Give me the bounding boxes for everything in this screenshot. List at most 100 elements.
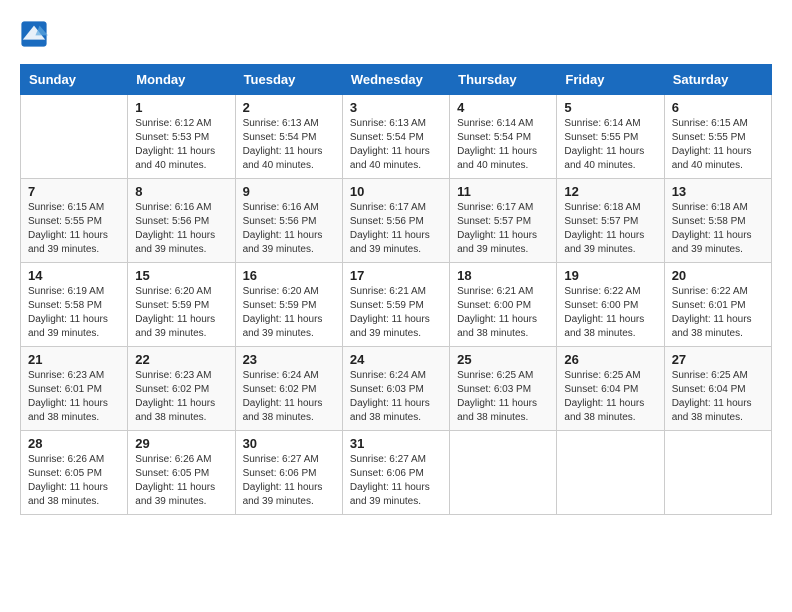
day-number: 12 [564,184,656,199]
day-number: 4 [457,100,549,115]
day-info: Sunrise: 6:26 AMSunset: 6:05 PMDaylight:… [28,453,120,509]
day-header-friday: Friday [557,65,664,95]
calendar-cell: 2 Sunrise: 6:13 AMSunset: 5:54 PMDaylight… [235,95,342,179]
day-number: 31 [350,436,442,451]
calendar-cell [557,431,664,515]
day-header-wednesday: Wednesday [342,65,449,95]
day-info: Sunrise: 6:16 AMSunset: 5:56 PMDaylight:… [243,201,335,257]
day-number: 24 [350,352,442,367]
day-info: Sunrise: 6:21 AMSunset: 6:00 PMDaylight:… [457,285,549,341]
calendar-cell: 24 Sunrise: 6:24 AMSunset: 6:03 PMDayligh… [342,347,449,431]
day-number: 3 [350,100,442,115]
calendar-cell: 14Sunrise: 6:19 AMSunset: 5:58 PMDayligh… [21,263,128,347]
day-info: Sunrise: 6:18 AMSunset: 5:57 PMDaylight:… [564,201,656,257]
calendar-week-5: 28 Sunrise: 6:26 AMSunset: 6:05 PMDayligh… [21,431,772,515]
calendar-table: SundayMondayTuesdayWednesdayThursdayFrid… [20,64,772,515]
day-info: Sunrise: 6:24 AMSunset: 6:03 PMDaylight:… [350,369,442,425]
day-info: Sunrise: 6:21 AMSunset: 5:59 PMDaylight:… [350,285,442,341]
day-info: Sunrise: 6:17 AMSunset: 5:56 PMDaylight:… [350,201,442,257]
day-number: 1 [135,100,227,115]
day-number: 22 [135,352,227,367]
day-number: 2 [243,100,335,115]
calendar-cell: 9 Sunrise: 6:16 AMSunset: 5:56 PMDaylight… [235,179,342,263]
day-info: Sunrise: 6:22 AMSunset: 6:01 PMDaylight:… [672,285,764,341]
day-info: Sunrise: 6:24 AMSunset: 6:02 PMDaylight:… [243,369,335,425]
calendar-cell [21,95,128,179]
calendar-cell: 11 Sunrise: 6:17 AMSunset: 5:57 PMDayligh… [450,179,557,263]
day-info: Sunrise: 6:17 AMSunset: 5:57 PMDaylight:… [457,201,549,257]
day-header-saturday: Saturday [664,65,771,95]
day-info: Sunrise: 6:15 AMSunset: 5:55 PMDaylight:… [672,117,764,173]
calendar-cell: 17 Sunrise: 6:21 AMSunset: 5:59 PMDayligh… [342,263,449,347]
day-header-thursday: Thursday [450,65,557,95]
day-info: Sunrise: 6:23 AMSunset: 6:02 PMDaylight:… [135,369,227,425]
calendar-cell: 22 Sunrise: 6:23 AMSunset: 6:02 PMDayligh… [128,347,235,431]
day-header-monday: Monday [128,65,235,95]
day-header-tuesday: Tuesday [235,65,342,95]
calendar-cell: 27 Sunrise: 6:25 AMSunset: 6:04 PMDayligh… [664,347,771,431]
calendar-week-1: 1 Sunrise: 6:12 AMSunset: 5:53 PMDaylight… [21,95,772,179]
day-info: Sunrise: 6:18 AMSunset: 5:58 PMDaylight:… [672,201,764,257]
calendar-cell [450,431,557,515]
calendar-cell: 25Sunrise: 6:25 AMSunset: 6:03 PMDayligh… [450,347,557,431]
day-number: 26 [564,352,656,367]
calendar-week-4: 21 Sunrise: 6:23 AMSunset: 6:01 PMDayligh… [21,347,772,431]
calendar-week-2: 7 Sunrise: 6:15 AMSunset: 5:55 PMDaylight… [21,179,772,263]
page-header [20,20,772,48]
logo-icon [20,20,48,48]
day-number: 8 [135,184,227,199]
day-info: Sunrise: 6:20 AMSunset: 5:59 PMDaylight:… [243,285,335,341]
day-number: 10 [350,184,442,199]
day-number: 21 [28,352,120,367]
day-info: Sunrise: 6:19 AMSunset: 5:58 PMDaylight:… [28,285,120,341]
day-number: 23 [243,352,335,367]
calendar-cell: 31 Sunrise: 6:27 AMSunset: 6:06 PMDayligh… [342,431,449,515]
day-number: 15 [135,268,227,283]
calendar-cell: 13Sunrise: 6:18 AMSunset: 5:58 PMDayligh… [664,179,771,263]
day-info: Sunrise: 6:25 AMSunset: 6:04 PMDaylight:… [672,369,764,425]
day-info: Sunrise: 6:12 AMSunset: 5:53 PMDaylight:… [135,117,227,173]
day-info: Sunrise: 6:14 AMSunset: 5:54 PMDaylight:… [457,117,549,173]
day-info: Sunrise: 6:13 AMSunset: 5:54 PMDaylight:… [350,117,442,173]
day-number: 20 [672,268,764,283]
day-header-sunday: Sunday [21,65,128,95]
day-number: 30 [243,436,335,451]
day-number: 18 [457,268,549,283]
day-number: 9 [243,184,335,199]
calendar-cell: 21 Sunrise: 6:23 AMSunset: 6:01 PMDayligh… [21,347,128,431]
calendar-week-3: 14Sunrise: 6:19 AMSunset: 5:58 PMDayligh… [21,263,772,347]
day-info: Sunrise: 6:20 AMSunset: 5:59 PMDaylight:… [135,285,227,341]
calendar-cell: 7 Sunrise: 6:15 AMSunset: 5:55 PMDaylight… [21,179,128,263]
day-info: Sunrise: 6:23 AMSunset: 6:01 PMDaylight:… [28,369,120,425]
calendar-cell: 16 Sunrise: 6:20 AMSunset: 5:59 PMDayligh… [235,263,342,347]
day-info: Sunrise: 6:25 AMSunset: 6:03 PMDaylight:… [457,369,549,425]
day-number: 11 [457,184,549,199]
calendar-cell: 4 Sunrise: 6:14 AMSunset: 5:54 PMDaylight… [450,95,557,179]
day-info: Sunrise: 6:15 AMSunset: 5:55 PMDaylight:… [28,201,120,257]
day-number: 7 [28,184,120,199]
calendar-cell: 8Sunrise: 6:16 AMSunset: 5:56 PMDaylight… [128,179,235,263]
calendar-cell: 30Sunrise: 6:27 AMSunset: 6:06 PMDayligh… [235,431,342,515]
day-number: 27 [672,352,764,367]
calendar-cell: 23 Sunrise: 6:24 AMSunset: 6:02 PMDayligh… [235,347,342,431]
calendar-cell: 10 Sunrise: 6:17 AMSunset: 5:56 PMDayligh… [342,179,449,263]
day-number: 17 [350,268,442,283]
day-number: 29 [135,436,227,451]
calendar-cell [664,431,771,515]
logo [20,20,52,48]
day-info: Sunrise: 6:14 AMSunset: 5:55 PMDaylight:… [564,117,656,173]
calendar-header-row: SundayMondayTuesdayWednesdayThursdayFrid… [21,65,772,95]
calendar-cell: 1 Sunrise: 6:12 AMSunset: 5:53 PMDaylight… [128,95,235,179]
day-info: Sunrise: 6:25 AMSunset: 6:04 PMDaylight:… [564,369,656,425]
day-info: Sunrise: 6:26 AMSunset: 6:05 PMDaylight:… [135,453,227,509]
calendar-cell: 6 Sunrise: 6:15 AMSunset: 5:55 PMDaylight… [664,95,771,179]
day-number: 16 [243,268,335,283]
day-info: Sunrise: 6:27 AMSunset: 6:06 PMDaylight:… [350,453,442,509]
calendar-cell: 28 Sunrise: 6:26 AMSunset: 6:05 PMDayligh… [21,431,128,515]
day-number: 28 [28,436,120,451]
day-number: 6 [672,100,764,115]
calendar-cell: 15 Sunrise: 6:20 AMSunset: 5:59 PMDayligh… [128,263,235,347]
calendar-cell: 29 Sunrise: 6:26 AMSunset: 6:05 PMDayligh… [128,431,235,515]
calendar-cell: 12 Sunrise: 6:18 AMSunset: 5:57 PMDayligh… [557,179,664,263]
day-info: Sunrise: 6:13 AMSunset: 5:54 PMDaylight:… [243,117,335,173]
